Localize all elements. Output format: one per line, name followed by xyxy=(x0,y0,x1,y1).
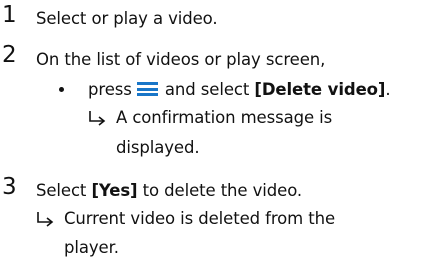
step-3-number: 3 xyxy=(2,174,17,200)
step-3-result-line-2: player. xyxy=(64,238,119,257)
step-1-text: Select or play a video. xyxy=(36,9,218,28)
bullet-dot xyxy=(59,87,64,92)
step-2-bullet: press and select [Delete video]. xyxy=(88,80,391,100)
step-3-post-text: to delete the video. xyxy=(142,181,303,200)
bullet-post-text: and select xyxy=(164,80,250,99)
yes-keyword: [Yes] xyxy=(91,181,138,200)
menu-icon xyxy=(136,82,158,96)
result-arrow-icon xyxy=(89,111,106,126)
step-2-number: 2 xyxy=(2,42,17,68)
bullet-pre-text: press xyxy=(88,80,132,99)
step-3-result-line-1: Current video is deleted from the xyxy=(64,209,336,228)
step-2-text: On the list of videos or play screen, xyxy=(36,50,326,69)
bullet-end: . xyxy=(385,80,391,99)
step-1-number: 1 xyxy=(2,2,17,28)
step-3-text: Select [Yes] to delete the video. xyxy=(36,181,302,201)
step-2-result-line-1: A confirmation message is xyxy=(116,108,333,127)
result-arrow-icon xyxy=(37,212,54,227)
step-3-pre-text: Select xyxy=(36,181,87,200)
step-2-result-line-2: displayed. xyxy=(116,138,200,157)
delete-video-keyword: [Delete video] xyxy=(254,80,386,99)
